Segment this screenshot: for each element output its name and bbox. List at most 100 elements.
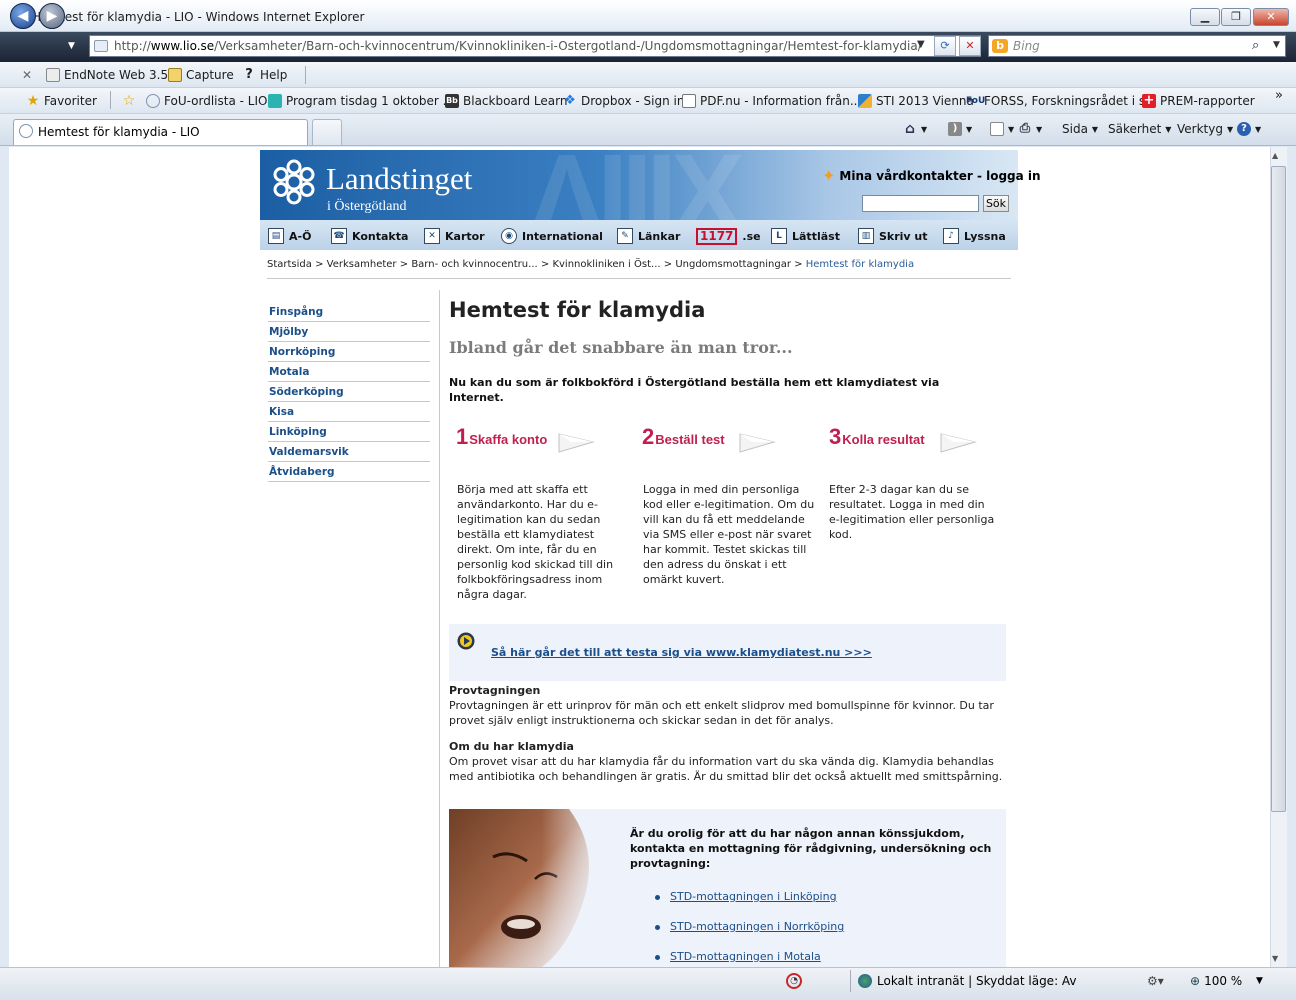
- menu-skriv-ut[interactable]: ▥ Skriv ut: [858, 228, 928, 244]
- help-button[interactable]: ? Help: [242, 66, 287, 84]
- tab-favicon-icon: [19, 124, 33, 138]
- nav-link-kisa[interactable]: Kisa: [268, 402, 430, 422]
- video-link[interactable]: Så här går det till att testa sig via ww…: [491, 646, 872, 659]
- sti-icon: [858, 94, 872, 108]
- breadcrumb-link[interactable]: Startsida: [267, 259, 312, 270]
- close-toolbar-icon[interactable]: ✕: [22, 66, 32, 84]
- banner-watermark: ΛIIIX: [530, 150, 744, 220]
- back-button[interactable]: ◀: [10, 3, 36, 29]
- nav-link-finspang[interactable]: Finspång: [268, 302, 430, 322]
- breadcrumb-link[interactable]: Barn- och kvinnocentru...: [411, 259, 537, 270]
- endnote-button[interactable]: EndNote Web 3.5: [46, 66, 168, 84]
- std-link-linkoping[interactable]: STD-mottagningen i Linköping: [670, 890, 970, 903]
- step-1-heading[interactable]: 1 Skaffa konto: [456, 424, 547, 450]
- menu-lankar[interactable]: ✎ Länkar: [617, 228, 680, 244]
- dropbox-icon: ❖: [564, 93, 576, 108]
- breadcrumb-link[interactable]: Verksamheter: [327, 259, 397, 270]
- stop-icon[interactable]: ✕: [959, 36, 981, 56]
- zoom-control[interactable]: ⊕ 100 %: [1190, 974, 1242, 988]
- favorite-link[interactable]: Bb Blackboard Learn: [445, 92, 567, 110]
- menu-a-o[interactable]: ▤ A-Ö: [268, 228, 311, 244]
- add-favorite-button[interactable]: ☆: [122, 92, 136, 110]
- nav-link-norrkoping[interactable]: Norrköping: [268, 342, 430, 362]
- feeds-button[interactable]: ) ▼: [948, 120, 972, 138]
- menu-kontakta[interactable]: ☎ Kontakta: [331, 228, 408, 244]
- site-logo-subtitle: i Östergötland: [327, 199, 407, 214]
- close-button[interactable]: ✕: [1253, 8, 1289, 26]
- scrollbar-thumb[interactable]: [1271, 166, 1286, 812]
- klamydia-heading: Om du har klamydia: [449, 740, 574, 753]
- site-search-input[interactable]: [862, 195, 979, 212]
- nav-link-mjolby[interactable]: Mjölby: [268, 322, 430, 342]
- address-dropdown-icon[interactable]: ▼: [917, 39, 925, 50]
- menu-international[interactable]: ◉ International: [501, 228, 603, 244]
- menu-label: Skriv ut: [879, 229, 928, 243]
- security-icon[interactable]: ⚙▾: [1147, 974, 1164, 988]
- nav-link-linkoping[interactable]: Linköping: [268, 422, 430, 442]
- favorite-link[interactable]: FoU-ordlista - LIO: [146, 92, 267, 110]
- listen-icon: ♪: [943, 228, 959, 244]
- provtagning-text: Provtagningen är ett urinprov för män oc…: [449, 699, 994, 727]
- forward-button[interactable]: ▶: [39, 3, 65, 29]
- refresh-icon[interactable]: ⟳: [934, 36, 956, 56]
- search-input[interactable]: Bing: [988, 35, 1286, 57]
- favorite-label: PREM-rapporter: [1160, 94, 1255, 108]
- favorite-label: Dropbox - Sign in: [581, 94, 685, 108]
- tab-title: Hemtest för klamydia - LIO: [38, 125, 200, 139]
- search-icon[interactable]: ⌕: [1252, 38, 1259, 53]
- scroll-down-icon[interactable]: ▼: [1272, 954, 1278, 963]
- printer-icon: ⎙: [1019, 121, 1031, 136]
- favorite-link[interactable]: STI 2013 Vienna: [858, 92, 974, 110]
- face-photo: [449, 809, 617, 969]
- nav-link-atvidaberg[interactable]: Åtvidaberg: [268, 462, 430, 482]
- maximize-button[interactable]: ❐: [1221, 8, 1251, 26]
- scroll-up-icon[interactable]: ▲: [1272, 151, 1278, 160]
- nav-link-valdemarsvik[interactable]: Valdemarsvik: [268, 442, 430, 462]
- active-tab[interactable]: Hemtest för klamydia - LIO: [13, 119, 308, 145]
- home-button[interactable]: ⌂ ▼: [903, 120, 927, 138]
- menu-label: A-Ö: [289, 229, 312, 243]
- history-dropdown-icon[interactable]: ▼: [68, 41, 75, 51]
- favorite-link[interactable]: + PREM-rapporter: [1142, 92, 1255, 110]
- mina-vardkontakter-link[interactable]: ✦ Mina vårdkontakter - logga in: [822, 166, 1041, 185]
- safety-menu[interactable]: Säkerhet ▼: [1108, 120, 1171, 138]
- minimize-button[interactable]: ▁: [1190, 8, 1220, 26]
- breadcrumb-link[interactable]: Kvinnokliniken i Öst...: [552, 259, 660, 270]
- nav-link-soderkoping[interactable]: Söderköping: [268, 382, 430, 402]
- link-icon: ✎: [617, 228, 633, 244]
- help-menu[interactable]: ? ▼: [1237, 120, 1261, 138]
- print-button[interactable]: ⎙ ▼: [1018, 120, 1042, 138]
- site-logo-title[interactable]: Landstinget: [326, 161, 472, 197]
- forss-icon: FoU: [966, 96, 986, 106]
- breadcrumb-link[interactable]: Ungdomsmottagningar: [675, 259, 791, 270]
- menu-lyssna[interactable]: ♪ Lyssna: [943, 228, 1006, 244]
- favorite-link[interactable]: ❖ Dropbox - Sign in: [563, 92, 684, 110]
- site-search-button[interactable]: Sök: [983, 195, 1009, 212]
- security-zone-label: Lokalt intranät | Skyddat läge: Av: [877, 974, 1077, 988]
- new-tab-button[interactable]: [312, 119, 342, 145]
- menu-lattlast[interactable]: L Lättläst: [771, 228, 840, 244]
- breadcrumb-separator: >: [794, 259, 803, 270]
- nav-link-motala[interactable]: Motala: [268, 362, 430, 382]
- favorite-link[interactable]: PDF.nu - Information från...: [682, 92, 861, 110]
- menu-1177[interactable]: 1177 .se: [696, 228, 761, 245]
- std-link-motala[interactable]: STD-mottagningen i Motala: [670, 950, 970, 963]
- step-3-heading[interactable]: 3 Kolla resultat: [829, 424, 925, 450]
- security-zone[interactable]: Lokalt intranät | Skyddat läge: Av: [858, 974, 1077, 988]
- privacy-icon[interactable]: ◔: [786, 973, 802, 989]
- address-bar[interactable]: http://www.lio.se/Verksamheter/Barn-och-…: [89, 35, 981, 57]
- step-2-heading[interactable]: 2 Beställ test: [642, 424, 725, 450]
- std-link-norrkoping[interactable]: STD-mottagningen i Norrköping: [670, 920, 970, 933]
- menu-kartor[interactable]: ✕ Kartor: [424, 228, 485, 244]
- tools-menu[interactable]: Verktyg ▼: [1177, 120, 1233, 138]
- mail-button[interactable]: ▼: [990, 120, 1014, 138]
- page-menu[interactable]: Sida ▼: [1062, 120, 1098, 138]
- step-2-text: Logga in med din personliga kod eller e-…: [643, 483, 815, 586]
- favorite-link[interactable]: Program tisdag 1 oktober ...: [268, 92, 454, 110]
- favorite-link[interactable]: FoU FORSS, Forskningsrådet i s...: [966, 92, 1157, 110]
- zoom-dropdown-icon[interactable]: ▼: [1256, 976, 1263, 986]
- search-dropdown-icon[interactable]: ▼: [1273, 40, 1280, 50]
- capture-button[interactable]: Capture: [168, 66, 234, 84]
- favorites-more-button[interactable]: »: [1275, 86, 1283, 104]
- favorites-button[interactable]: ★ Favoriter: [26, 92, 97, 110]
